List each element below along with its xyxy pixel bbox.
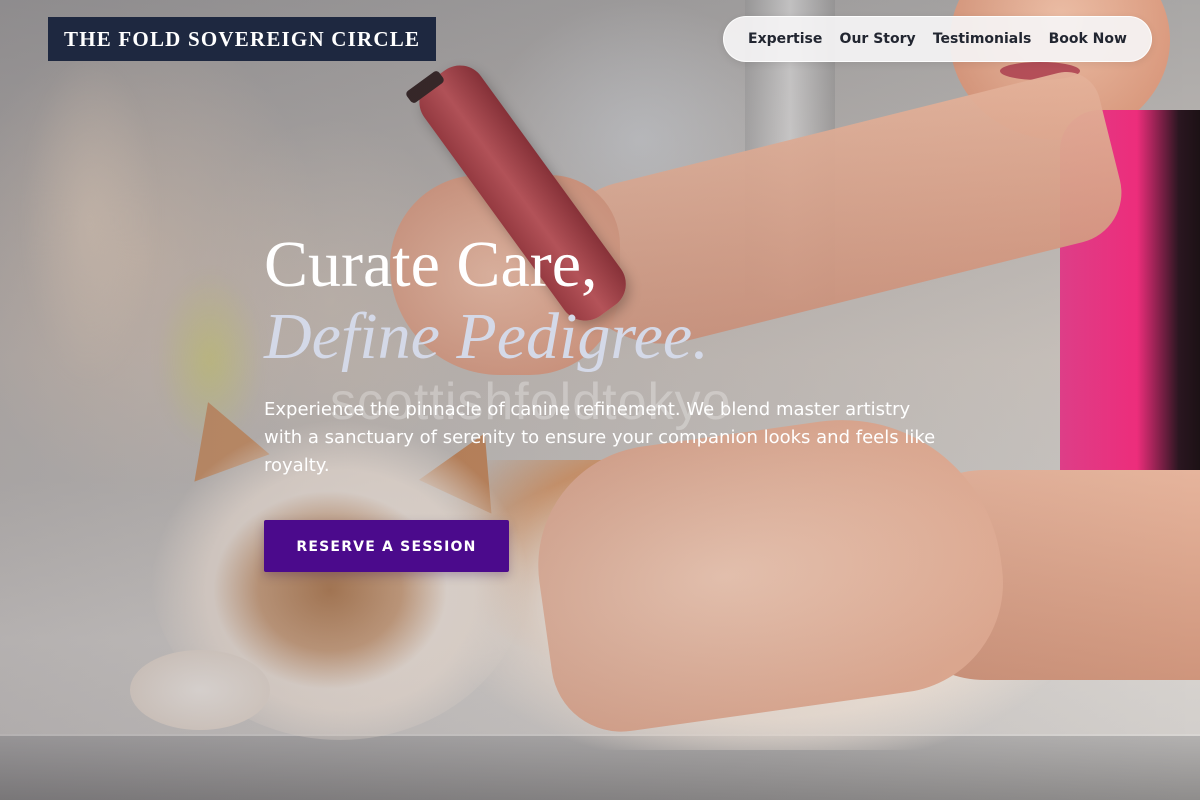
nav-link-our-story[interactable]: Our Story xyxy=(840,31,916,47)
brand-logo[interactable]: THE FOLD SOVEREIGN CIRCLE xyxy=(48,17,437,61)
nav-link-book-now[interactable]: Book Now xyxy=(1049,31,1127,47)
hero-subtext: Experience the pinnacle of canine refine… xyxy=(264,399,936,476)
hero-headline-line1: Curate Care, xyxy=(264,228,598,301)
main-nav: Expertise Our Story Testimonials Book No… xyxy=(723,16,1152,62)
hero-headline-line2: Define Pedigree. xyxy=(264,300,709,373)
nav-link-testimonials[interactable]: Testimonials xyxy=(933,31,1032,47)
hero-section: scottishfoldtokyo THE FOLD SOVEREIGN CIR… xyxy=(0,0,1200,800)
reserve-session-button[interactable]: RESERVE A SESSION xyxy=(264,520,509,572)
nav-link-expertise[interactable]: Expertise xyxy=(748,31,822,47)
